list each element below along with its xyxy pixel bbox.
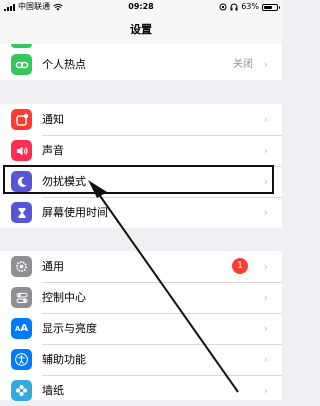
orientation-lock-icon — [219, 3, 227, 11]
row-label: 声音 — [42, 144, 64, 157]
toggles-icon — [11, 287, 32, 308]
chevron-right-icon: › — [263, 58, 268, 71]
speaker-icon — [11, 140, 32, 161]
row-label: 墙纸 — [42, 384, 64, 397]
settings-group-notifications: 通知 › 声音 › 勿扰模式 › 屏幕使用时间 › — [0, 104, 282, 228]
chevron-right-icon: › — [263, 291, 268, 304]
row-label: 控制中心 — [42, 291, 86, 304]
row-label: 显示与亮度 — [42, 322, 97, 335]
row-label: 辅助功能 — [42, 353, 86, 366]
chevron-right-icon: › — [263, 144, 268, 157]
hourglass-icon — [11, 202, 32, 223]
chevron-right-icon: › — [263, 353, 268, 366]
nav-bar: 设置 — [0, 14, 282, 45]
settings-row-screen-time[interactable]: 屏幕使用时间 › — [0, 197, 282, 228]
link-icon — [11, 54, 32, 75]
chevron-right-icon: › — [263, 175, 268, 188]
settings-row-general[interactable]: 通用 1 › — [0, 251, 282, 282]
chevron-right-icon: › — [263, 113, 268, 126]
settings-row-display-brightness[interactable]: AA 显示与亮度 › — [0, 313, 282, 344]
flower-icon — [11, 380, 32, 401]
battery-percent: 63% — [241, 2, 259, 11]
status-bar: 中国联通 09:28 63% — [0, 0, 282, 14]
row-label: 个人热点 — [42, 58, 86, 71]
chevron-right-icon: › — [263, 384, 268, 397]
settings-row-wallpaper[interactable]: 墙纸 › — [0, 375, 282, 406]
settings-row-control-center[interactable]: 控制中心 › — [0, 282, 282, 313]
gear-icon — [11, 256, 32, 277]
accessibility-icon — [11, 349, 32, 370]
status-right: 63% — [219, 0, 280, 14]
chevron-right-icon: › — [263, 260, 268, 273]
settings-row-do-not-disturb[interactable]: 勿扰模式 › — [0, 166, 282, 197]
text-size-icon: AA — [11, 318, 32, 339]
battery-fill — [264, 5, 272, 9]
settings-row-notifications[interactable]: 通知 › — [0, 104, 282, 135]
settings-row-sounds[interactable]: 声音 › — [0, 135, 282, 166]
page-title: 设置 — [130, 23, 152, 36]
settings-row-accessibility[interactable]: 辅助功能 › — [0, 344, 282, 375]
chevron-right-icon: › — [263, 206, 268, 219]
headphones-icon — [230, 3, 238, 11]
settings-group-network: 个人热点 关闭 › — [0, 44, 282, 80]
settings-group-general: 通用 1 › 控制中心 › AA 显示与亮度 › 辅助功能 › 墙纸 › — [0, 251, 282, 401]
row-value: 关闭 — [233, 59, 253, 70]
settings-row-personal-hotspot[interactable]: 个人热点 关闭 › — [0, 49, 282, 80]
notification-icon — [11, 109, 32, 130]
battery-icon — [262, 3, 280, 11]
chevron-right-icon: › — [263, 322, 268, 335]
previous-row-icon-remnant — [11, 44, 32, 48]
row-label: 通知 — [42, 113, 64, 126]
notification-badge: 1 — [232, 258, 248, 274]
row-label: 勿扰模式 — [42, 175, 86, 188]
moon-icon — [11, 171, 32, 192]
row-label: 通用 — [42, 260, 64, 273]
row-label: 屏幕使用时间 — [42, 206, 108, 219]
